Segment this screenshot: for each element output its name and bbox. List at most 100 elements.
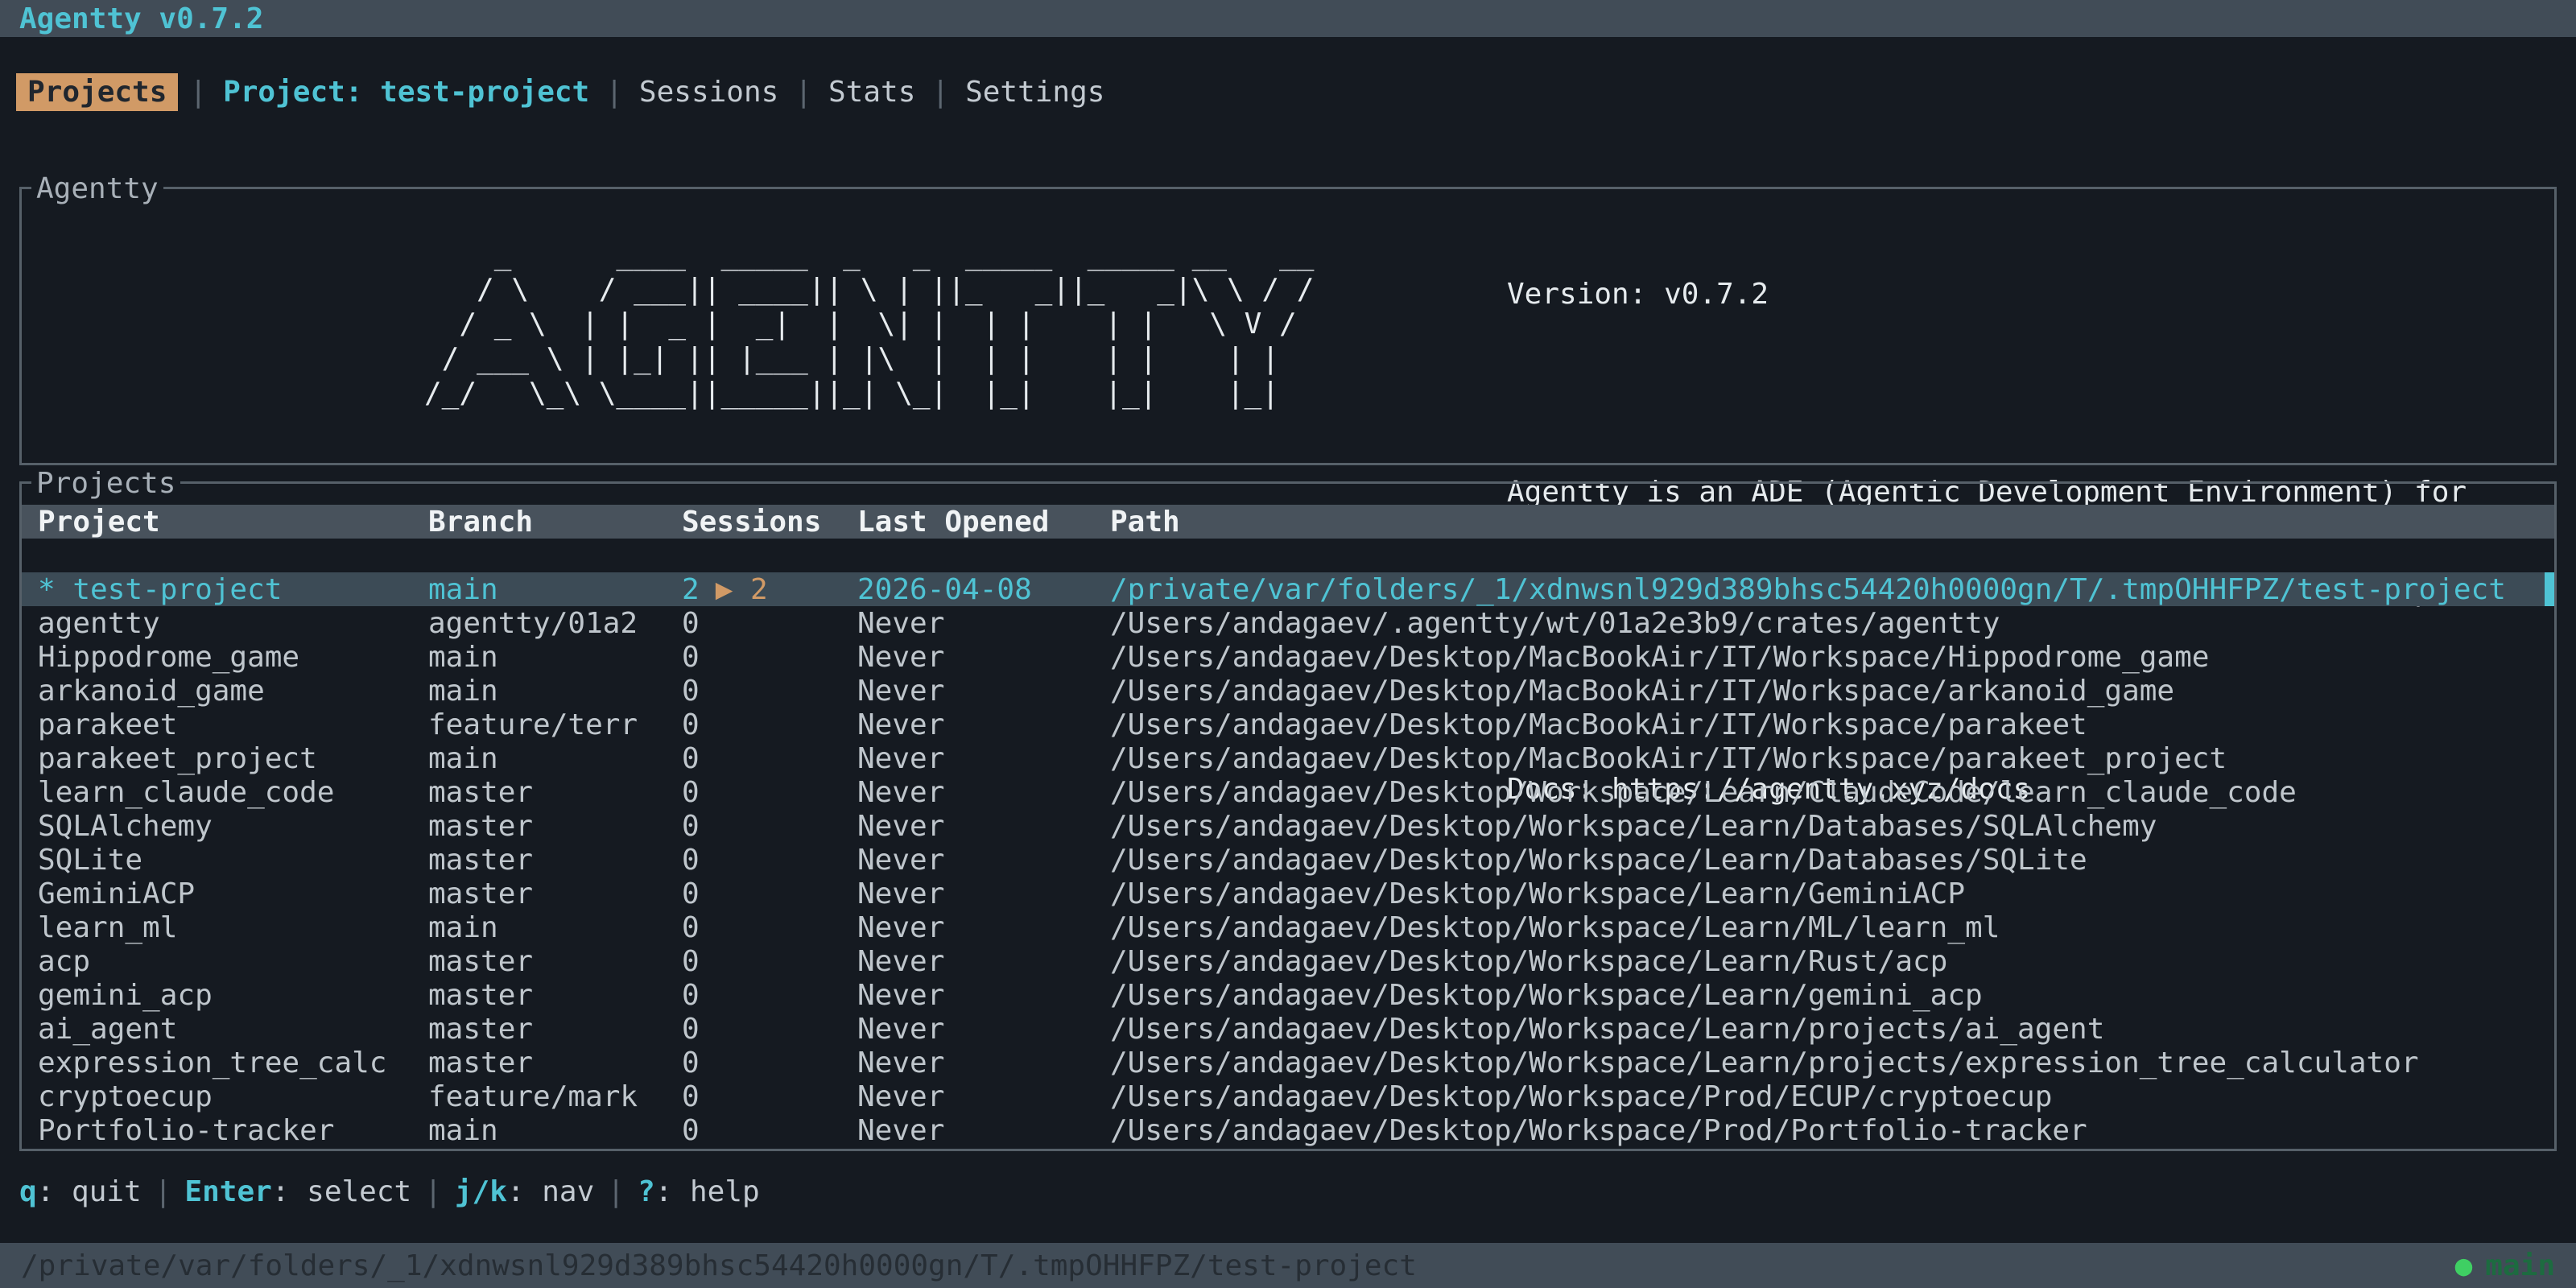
cell-last-opened: Never: [857, 844, 1110, 877]
scrollbar-thumb[interactable]: [2545, 572, 2554, 606]
table-row[interactable]: Portfolio-tracker main 0 Never /Users/an…: [22, 1113, 2554, 1147]
cell-sessions: 0: [682, 607, 857, 640]
help-key-quit: q: [19, 1175, 37, 1208]
cell-project: learn_claude_code: [38, 776, 428, 809]
cell-project: expression_tree_calc: [38, 1046, 428, 1080]
cell-project: ai_agent: [38, 1013, 428, 1046]
cell-last-opened: Never: [857, 1013, 1110, 1046]
table-row[interactable]: Hippodrome_game main 0 Never /Users/anda…: [22, 640, 2554, 674]
cell-path: /Users/andagaev/Desktop/MacBookAir/IT/Wo…: [1110, 708, 2554, 741]
cell-sessions: 0: [682, 1013, 857, 1046]
table-row[interactable]: SQLAlchemy master 0 Never /Users/andagae…: [22, 809, 2554, 843]
cell-sessions: 0: [682, 675, 857, 708]
tab-settings[interactable]: Settings: [960, 73, 1109, 111]
table-row[interactable]: acp master 0 Never /Users/andagaev/Deskt…: [22, 944, 2554, 978]
cell-project: SQLite: [38, 844, 428, 877]
status-path: /private/var/folders/_1/xdnwsnl929d389bh…: [21, 1249, 1417, 1282]
cell-branch: master: [428, 1046, 682, 1080]
cell-path: /Users/andagaev/Desktop/Workspace/Learn/…: [1110, 911, 2554, 944]
tab-current-project[interactable]: Project: test-project: [218, 73, 594, 111]
table-row[interactable]: parakeet feature/terr 0 Never /Users/and…: [22, 708, 2554, 741]
help-separator: |: [411, 1175, 455, 1208]
cell-path: /Users/andagaev/Desktop/Workspace/Learn/…: [1110, 844, 2554, 877]
cell-project: cryptoecup: [38, 1080, 428, 1113]
cell-branch: main: [428, 573, 682, 606]
sessions-running-badge: ▶ 2: [716, 573, 768, 606]
cell-path: /Users/andagaev/Desktop/Workspace/Learn/…: [1110, 945, 2554, 978]
cell-last-opened: Never: [857, 675, 1110, 708]
project-rows: agentty agentty/01a2 0 Never /Users/anda…: [22, 606, 2554, 1147]
cell-path: /Users/andagaev/Desktop/MacBookAir/IT/Wo…: [1110, 675, 2554, 708]
cell-sessions: 0: [682, 979, 857, 1012]
cell-project: Hippodrome_game: [38, 641, 428, 674]
cell-branch: master: [428, 877, 682, 910]
tab-stats[interactable]: Stats: [824, 73, 920, 111]
cell-last-opened: Never: [857, 877, 1110, 910]
cell-path: /Users/andagaev/Desktop/Workspace/Prod/P…: [1110, 1114, 2554, 1147]
cell-sessions: 0: [682, 1080, 857, 1113]
cell-last-opened: Never: [857, 1114, 1110, 1147]
cell-path: /Users/andagaev/.agentty/wt/01a2e3b9/cra…: [1110, 607, 2554, 640]
cell-sessions: 0: [682, 844, 857, 877]
cell-path: /Users/andagaev/Desktop/Workspace/Learn/…: [1110, 979, 2554, 1012]
cell-last-opened: Never: [857, 641, 1110, 674]
header-project: Project: [38, 506, 428, 539]
tab-sessions[interactable]: Sessions: [634, 73, 783, 111]
cell-path: /Users/andagaev/Desktop/Workspace/Learn/…: [1110, 877, 2554, 910]
cell-project: Portfolio-tracker: [38, 1114, 428, 1147]
cell-branch: main: [428, 742, 682, 775]
branch-name: main: [2485, 1249, 2555, 1282]
sessions-total: 2: [682, 573, 700, 606]
tab-separator: |: [783, 76, 824, 109]
table-row[interactable]: GeminiACP master 0 Never /Users/andagaev…: [22, 877, 2554, 910]
status-bar: /private/var/folders/_1/xdnwsnl929d389bh…: [0, 1243, 2576, 1288]
cell-branch: main: [428, 911, 682, 944]
cell-last-opened: Never: [857, 1080, 1110, 1113]
branch-status-icon: ●: [2455, 1249, 2473, 1282]
cell-branch: agentty/01a2: [428, 607, 682, 640]
cell-project: parakeet: [38, 708, 428, 741]
cell-branch: main: [428, 675, 682, 708]
cell-branch: main: [428, 1114, 682, 1147]
cell-branch: master: [428, 1013, 682, 1046]
table-row[interactable]: agentty agentty/01a2 0 Never /Users/anda…: [22, 606, 2554, 640]
cell-last-opened: Never: [857, 911, 1110, 944]
cell-sessions: 0: [682, 911, 857, 944]
cell-sessions: 0: [682, 742, 857, 775]
header-sessions: Sessions: [682, 506, 857, 539]
help-separator: |: [142, 1175, 185, 1208]
table-row[interactable]: parakeet_project main 0 Never /Users/and…: [22, 741, 2554, 775]
help-desc-help: : help: [655, 1175, 760, 1208]
cell-project: parakeet_project: [38, 742, 428, 775]
table-row[interactable]: learn_claude_code master 0 Never /Users/…: [22, 775, 2554, 809]
cell-last-opened: Never: [857, 810, 1110, 843]
cell-project: acp: [38, 945, 428, 978]
app-title: Agentty v0.7.2: [19, 2, 263, 35]
table-row-selected[interactable]: * test-project main 2▶ 2 2026-04-08 /pri…: [22, 572, 2554, 606]
about-box: Agentty _ ____ _____ _ _ _____ _____ __ …: [19, 187, 2557, 465]
cell-branch: master: [428, 945, 682, 978]
help-separator: |: [594, 1175, 638, 1208]
table-row[interactable]: SQLite master 0 Never /Users/andagaev/De…: [22, 843, 2554, 877]
table-row[interactable]: cryptoecup feature/mark 0 Never /Users/a…: [22, 1080, 2554, 1113]
table-row[interactable]: arkanoid_game main 0 Never /Users/andaga…: [22, 674, 2554, 708]
cell-sessions: 0: [682, 810, 857, 843]
tab-bar: Projects | Project: test-project | Sessi…: [0, 72, 2576, 111]
cell-sessions: 0: [682, 641, 857, 674]
tab-projects[interactable]: Projects: [16, 73, 178, 111]
cell-path: /Users/andagaev/Desktop/Workspace/Learn/…: [1110, 810, 2554, 843]
cell-sessions: 0: [682, 1046, 857, 1080]
cell-sessions: 0: [682, 708, 857, 741]
cell-last-opened: Never: [857, 742, 1110, 775]
cell-last-opened: Never: [857, 1046, 1110, 1080]
table-row[interactable]: gemini_acp master 0 Never /Users/andagae…: [22, 978, 2554, 1012]
help-desc-nav: : nav: [507, 1175, 594, 1208]
cell-sessions: 2 ▶ 2: [682, 573, 857, 606]
table-row[interactable]: learn_ml main 0 Never /Users/andagaev/De…: [22, 910, 2554, 944]
cell-path: /Users/andagaev/Desktop/Workspace/Learn/…: [1110, 1046, 2554, 1080]
cell-branch: master: [428, 844, 682, 877]
titlebar: Agentty v0.7.2: [0, 0, 2576, 37]
table-row[interactable]: expression_tree_calc master 0 Never /Use…: [22, 1046, 2554, 1080]
table-row[interactable]: ai_agent master 0 Never /Users/andagaev/…: [22, 1012, 2554, 1046]
projects-box: Projects Project Branch Sessions Last Op…: [19, 481, 2557, 1151]
